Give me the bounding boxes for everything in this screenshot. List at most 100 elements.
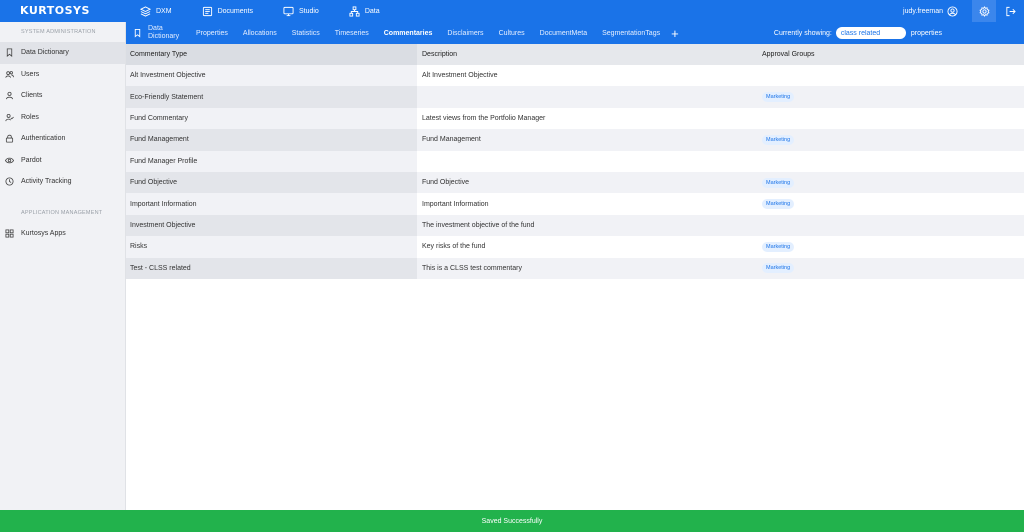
approval-group-badge: Marketing [762,241,795,252]
column-header-approval-groups[interactable]: Approval Groups [757,51,1024,58]
hierarchy-icon [349,5,360,17]
role-icon [5,113,14,122]
cell-commentary-type: Fund Objective [126,171,417,194]
table-row[interactable]: Alt Investment Objective Alt Investment O… [126,65,1024,87]
table-row[interactable]: Important Information Important Informati… [126,193,1024,215]
nav-studio[interactable]: Studio [283,6,319,17]
cell-commentary-type: Fund Manager Profile [126,150,417,172]
cell-description: This is a CLSS test commentary [422,264,522,272]
tab-document-meta[interactable]: DocumentMeta [540,30,587,37]
cell-description: Fund Management [422,136,481,144]
cell-approval-groups: Marketing [757,199,1024,210]
table-row[interactable]: Fund Commentary Latest views from the Por… [126,107,1024,130]
table-row[interactable]: Fund Manager Profile [126,150,1024,172]
sidebar-item-activity-tracking[interactable]: Activity Tracking [0,171,125,193]
table-body: Alt Investment Objective Alt Investment O… [126,65,1024,279]
nav-dxm[interactable]: DXM [140,5,172,17]
nav-data[interactable]: Data [349,5,380,17]
cell-description: Key risks of the fund [422,243,486,251]
sidebar-section-app-management: APPLICATION MANAGEMENT [21,209,103,216]
sidebar-item-pardot[interactable]: Pardot [0,150,125,172]
sidebar-item-label: Users [21,70,40,78]
sidebar-item-clients[interactable]: Clients [0,85,125,107]
user-circle-icon [947,5,958,17]
cell-commentary-type: Eco-Friendly Statement [126,86,417,108]
sidebar-item-label: Clients [21,92,43,100]
top-right-controls: judy.freeman [903,0,1024,22]
cell-commentary-type: Risks [126,236,417,258]
table-row[interactable]: Risks Key risks of the fund Marketing [126,236,1024,258]
sidebar: SYSTEM ADMINISTRATION Data Dictionary Us… [0,22,126,510]
sidebar-item-label: Roles [21,113,39,121]
sidebar-item-roles[interactable]: Roles [0,107,125,129]
sidebar-item-data-dictionary[interactable]: Data Dictionary [0,42,125,64]
sidebar-item-label: Activity Tracking [21,178,72,186]
sidebar-item-label: Pardot [21,156,42,164]
cell-approval-groups: Marketing [757,92,1024,103]
approval-group-badge: Marketing [762,134,795,145]
cell-commentary-type: Important Information [126,193,417,215]
add-tab-button[interactable]: + [671,26,679,41]
tab-allocations[interactable]: Allocations [243,30,277,37]
sidebar-item-kurtosys-apps[interactable]: Kurtosys Apps [0,223,125,245]
bookmark-icon [6,48,13,58]
properties-label: properties [910,29,942,37]
column-header-commentary-type[interactable]: Commentary Type [126,44,417,65]
table-row[interactable]: Investment Objective The investment objec… [126,214,1024,237]
sidebar-item-users[interactable]: Users [0,64,125,86]
user-menu[interactable]: judy.freeman [903,5,958,17]
tab-properties[interactable]: Properties [196,30,228,37]
tab-segmentation-tags[interactable]: SegmentationTags [602,30,660,37]
tab-disclaimers[interactable]: Disclaimers [447,30,483,37]
table-row[interactable]: Fund Management Fund Management Marketing [126,129,1024,151]
cell-approval-groups: Marketing [757,134,1024,145]
documents-icon [202,6,212,16]
top-bar: KURTOSYS DXM Documents Studio Data judy.… [0,0,1024,22]
tab-commentaries[interactable]: Commentaries [384,30,433,37]
users-icon [5,70,14,78]
tab-timeseries[interactable]: Timeseries [335,30,369,37]
save-status-bar: Saved Successfully [0,510,1024,532]
approval-group-badge: Marketing [762,177,795,188]
nav-studio-label: Studio [298,7,319,15]
lock-icon [5,135,14,143]
settings-button[interactable] [972,0,996,22]
cell-description: Fund Objective [422,179,470,187]
table-row[interactable]: Eco-Friendly Statement Marketing [126,86,1024,108]
cell-commentary-type: Alt Investment Objective [126,65,417,87]
cell-description: Latest views from the Portfolio Manager [422,114,546,122]
table-row[interactable]: Fund Objective Fund Objective Marketing [126,171,1024,194]
approval-group-badge: Marketing [762,92,795,103]
nav-documents[interactable]: Documents [202,6,253,17]
logout-icon [1005,6,1016,16]
app-logo[interactable]: KURTOSYS [20,4,90,17]
nav-documents-label: Documents [217,7,253,15]
user-name: judy.freeman [903,7,943,15]
data-dictionary-tabbar: Data Dictionary Properties Allocations S… [126,22,1024,44]
cell-description: Important Information [422,200,489,208]
currently-showing-label: Currently showing: [773,29,832,37]
tab-statistics[interactable]: Statistics [292,30,320,37]
top-nav: DXM Documents Studio Data [140,0,410,22]
cell-description: Alt Investment Objective [422,72,498,80]
column-header-description[interactable]: Description [417,51,757,58]
cell-description: The investment objective of the fund [422,221,535,229]
cell-commentary-type: Investment Objective [126,214,417,237]
logout-button[interactable] [996,0,1024,22]
approval-group-badge: Marketing [762,263,795,274]
tab-cultures[interactable]: Cultures [499,30,525,37]
table-row[interactable]: Test - CLSS related This is a CLSS test c… [126,257,1024,279]
grid-icon [5,229,14,238]
tab-data-dictionary[interactable]: Data Dictionary [148,25,184,41]
cell-commentary-type: Test - CLSS related [126,257,417,279]
clock-icon [5,177,14,186]
currently-showing-input[interactable] [835,27,906,39]
sidebar-item-authentication[interactable]: Authentication [0,128,125,150]
commentaries-table: Commentary Type Description Approval Gro… [126,44,1024,279]
cell-approval-groups: Marketing [757,241,1024,252]
sidebar-item-label: Authentication [21,135,66,143]
cell-approval-groups: Marketing [757,177,1024,188]
sidebar-item-label: Data Dictionary [21,49,69,57]
eye-icon [5,157,14,164]
sidebar-item-label: Kurtosys Apps [21,229,66,237]
